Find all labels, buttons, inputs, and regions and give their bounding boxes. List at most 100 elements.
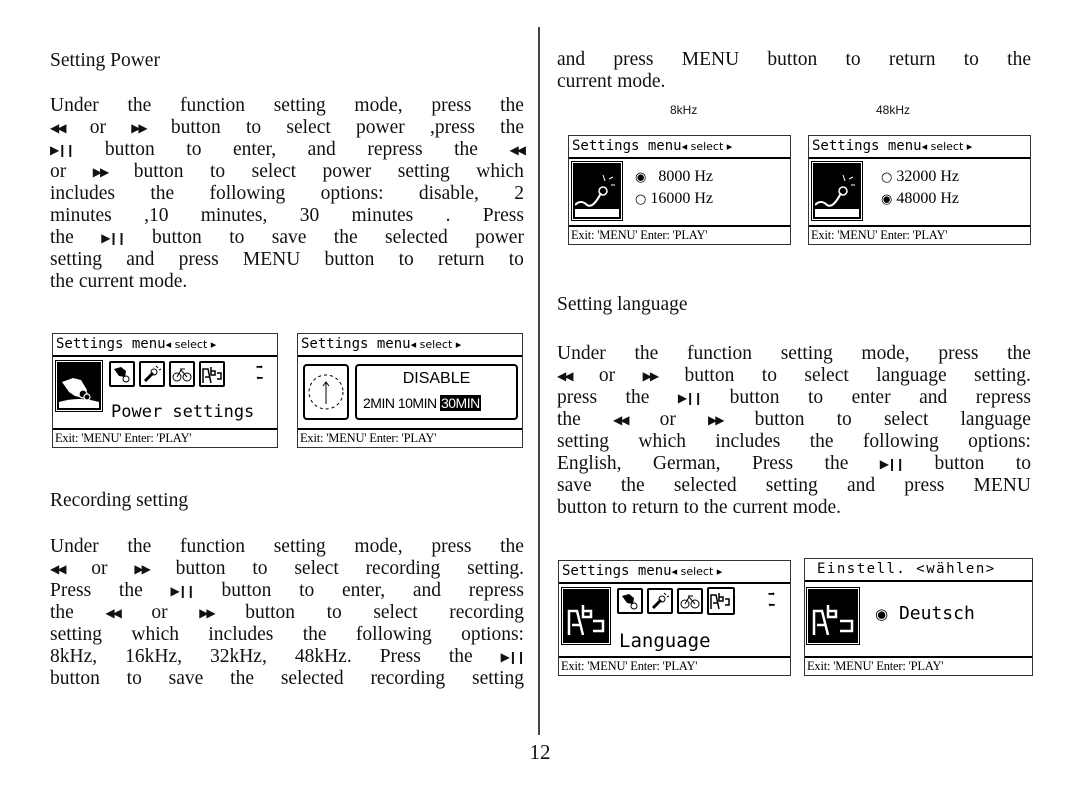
word: which: [131, 624, 180, 645]
radio-48000hz[interactable]: ◉ 48000 Hz: [881, 190, 959, 208]
paragraph-line: setting which includes the following options:: [50, 624, 524, 646]
lcd-title-bar: Einstell. <wählen>: [805, 559, 1032, 582]
scroll-arrows-icon: ➡ ⬅: [256, 360, 264, 385]
word: button: [170, 117, 221, 138]
word: ▶❙❙: [677, 391, 703, 405]
lcd-power-menu: Settings menu◂ select ▸ ➡ ⬅ Power setting…: [52, 333, 278, 448]
radio-deutsch[interactable]: ◉ Deutsch: [875, 603, 975, 624]
scroll-arrows-icon: ➡ ⬅: [768, 587, 776, 612]
word: MENU: [681, 49, 740, 70]
option-disable[interactable]: DISABLE: [357, 370, 516, 388]
word: ▶❙❙: [101, 231, 126, 245]
paragraph-line: the ◀◀ or ▶▶ button to select recording: [50, 602, 524, 624]
lcd-footer: Exit: 'MENU' Enter: 'PLAY': [809, 225, 1030, 244]
option-30min-selected[interactable]: 30MIN: [439, 395, 481, 411]
word: button: [245, 602, 296, 623]
word: press: [613, 49, 654, 70]
word: current: [557, 71, 613, 92]
word: setting: [780, 343, 833, 364]
radio-selected-icon: ◉: [881, 192, 893, 207]
word: and: [919, 387, 948, 408]
word: button: [557, 497, 607, 518]
word: select: [373, 602, 418, 623]
word: select: [251, 161, 297, 182]
word: the: [500, 536, 524, 557]
lcd-title-bar: Settings menu◂ select ▸: [298, 334, 522, 357]
option-2min[interactable]: 2MIN: [363, 395, 395, 411]
power-icon: [109, 361, 135, 387]
paragraph-line: English, German, Press the ▶❙❙ button to: [557, 453, 1031, 475]
lcd-select-hint: ◂ select ▸: [165, 338, 217, 351]
word: or: [598, 365, 616, 386]
word: select: [883, 409, 929, 430]
lcd-title-bar: Settings menu◂ select ▸: [559, 561, 790, 584]
word: mode.: [617, 71, 666, 92]
word: the: [150, 183, 175, 204]
paragraph-line: includes the following options: disable, 2: [50, 183, 524, 205]
paragraph-line: button to save the selected recording setting: [50, 668, 524, 690]
word: button: [934, 453, 985, 474]
word: ◀◀: [612, 413, 630, 427]
word: options:: [461, 624, 524, 645]
word: ▶▶: [642, 369, 660, 383]
word: press: [557, 387, 598, 408]
word: ▶▶: [199, 606, 216, 620]
word: the: [333, 227, 358, 248]
word: ▶▶: [134, 562, 151, 576]
lcd-title: Settings menu: [572, 138, 682, 154]
paragraph-line: save the selected setting and press MENU: [557, 475, 1031, 497]
word: enter,: [342, 580, 386, 601]
radio-16000hz[interactable]: ○ 16000 Hz: [635, 190, 713, 208]
word: setting: [50, 249, 102, 270]
lcd-select-hint: ◂ select ▸: [921, 140, 973, 153]
word: to: [963, 49, 979, 70]
word: setting: [471, 668, 524, 689]
language-abc-icon: [806, 587, 860, 645]
word: disable,: [418, 183, 479, 204]
word: or: [89, 117, 106, 138]
word: to: [836, 409, 852, 430]
word: button: [221, 580, 272, 601]
radio-label: 8000 Hz: [658, 168, 713, 185]
word: select: [286, 117, 331, 138]
word: button: [684, 365, 735, 386]
paragraph-line: Press the ▶❙❙ button to enter, and repress: [50, 580, 524, 602]
radio-label: Deutsch: [898, 603, 975, 624]
lcd-menu-label: Language: [619, 630, 711, 652]
word: the: [1007, 343, 1031, 364]
word: 30: [299, 205, 320, 226]
lcd-select-hint: ◂ select ▸: [671, 565, 723, 578]
word: the: [625, 387, 650, 408]
word: mode,: [861, 343, 910, 364]
word: language: [876, 365, 947, 386]
word: ▶▶: [131, 121, 148, 135]
option-10min[interactable]: 10MIN: [398, 395, 437, 411]
word: 48kHz.: [294, 646, 352, 667]
word: button: [754, 409, 805, 430]
word: to: [186, 139, 202, 160]
word: the: [302, 624, 327, 645]
paragraph-line: button to return to the current mode.: [557, 497, 1031, 519]
word: select: [804, 365, 849, 386]
word: to: [508, 249, 524, 270]
paragraph-line: ◀◀ or ▶▶ button to select power ,press the: [50, 117, 524, 139]
word: power: [356, 117, 405, 138]
radio-unselected-icon: ○: [881, 170, 893, 185]
word: recording: [365, 558, 441, 579]
word: save: [271, 227, 307, 248]
radio-8000hz[interactable]: ◉ 8000 Hz: [635, 168, 713, 186]
paragraph-line: the current mode.: [50, 271, 524, 293]
lcd-power-options: Settings menu◂ select ▸ DISABLE 2MIN 10M…: [297, 333, 523, 448]
word: minutes,: [200, 205, 268, 226]
word: setting: [273, 95, 326, 116]
recording-heading: Recording setting: [50, 490, 189, 511]
lcd-title: Settings menu: [301, 336, 411, 352]
word: button: [50, 668, 100, 689]
word: which: [476, 161, 524, 182]
paragraph-line: minutes ,10 minutes, 30 minutes. Press: [50, 205, 524, 227]
word: return: [632, 497, 679, 518]
radio-32000hz[interactable]: ○ 32000 Hz: [881, 168, 959, 186]
word: to: [210, 161, 226, 182]
word: function: [180, 95, 245, 116]
power-options-panel: DISABLE 2MIN 10MIN 30MIN: [355, 364, 518, 420]
